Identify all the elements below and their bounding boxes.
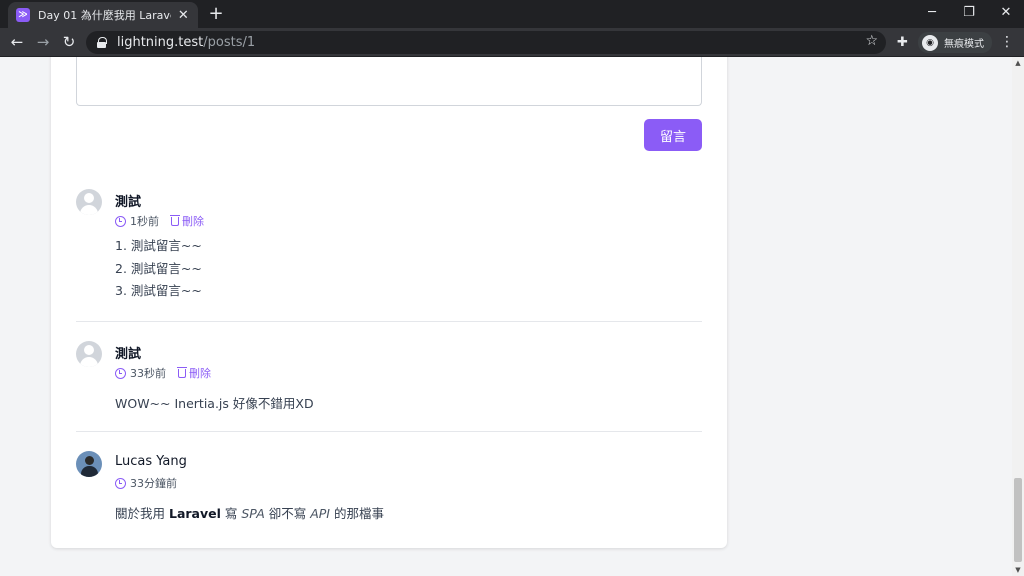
scroll-down-icon[interactable]: ▼	[1012, 564, 1024, 576]
submit-comment-button[interactable]: 留言	[644, 119, 702, 151]
avatar	[76, 451, 102, 477]
browser-toolbar: ← → ↻ lightning.test/posts/1 ☆ ✚ ◉ 無痕模式 …	[0, 28, 1024, 57]
back-icon[interactable]: ←	[7, 32, 27, 52]
body-text-segment: 的那檔事	[330, 506, 384, 521]
page-scrollbar[interactable]: ▲ ▼	[1012, 57, 1024, 576]
scrollbar-thumb[interactable]	[1014, 478, 1022, 562]
comment-meta: 33秒前 刪除	[115, 365, 211, 381]
list-item: 2. 測試留言~~	[115, 260, 202, 276]
bookmark-star-icon[interactable]: ☆	[865, 33, 878, 49]
comment-body-list: 1. 測試留言~~ 2. 測試留言~~ 3. 測試留言~~	[115, 235, 202, 303]
body-italic-segment: SPA	[241, 506, 265, 521]
body-text-segment: 卻不寫	[264, 506, 311, 521]
restore-icon[interactable]: ❐	[954, 3, 984, 23]
body-italic-segment: API	[310, 506, 330, 521]
delete-comment-link[interactable]: 刪除	[177, 365, 211, 381]
comment-time: 1秒前	[130, 215, 159, 228]
url-path: /posts/1	[203, 35, 256, 50]
browser-titlebar: ≫ Day 01 為什麼我用 Laravel 寫 SPA ✕ + ─ ❐ ✕	[0, 0, 1024, 28]
forward-icon[interactable]: →	[33, 32, 53, 52]
body-bold-segment: Laravel	[168, 506, 221, 521]
trash-icon	[170, 214, 180, 226]
comment-textarea[interactable]	[76, 57, 702, 106]
clock-icon	[115, 367, 126, 379]
minimize-icon[interactable]: ─	[917, 3, 947, 23]
list-item: 1. 測試留言~~	[115, 238, 202, 253]
delete-label: 刪除	[189, 367, 211, 380]
comment-body: 關於我用 Laravel 寫 SPA 卻不寫 API 的那檔事	[115, 503, 384, 522]
comment-body: WOW~~ Inertia.js 好像不錯用XD	[115, 396, 314, 411]
new-tab-icon[interactable]: +	[206, 3, 226, 24]
comment-meta: 33分鐘前	[115, 475, 177, 491]
comments-card: 留言 測試 1秒前 刪除 1. 測試留言~~ 2. 測試留言~~ 3. 測試留言…	[51, 57, 727, 548]
avatar	[76, 341, 102, 367]
tab-close-icon[interactable]: ✕	[177, 8, 190, 23]
reload-icon[interactable]: ↻	[59, 32, 79, 52]
incognito-icon: ◉	[922, 34, 938, 51]
browser-menu-icon[interactable]: ⋮	[1000, 34, 1014, 50]
comment-time: 33秒前	[130, 367, 166, 380]
clock-icon	[115, 477, 126, 489]
comment-author: 測試	[115, 347, 142, 362]
extensions-puzzle-icon[interactable]: ✚	[897, 35, 908, 50]
comment-time: 33分鐘前	[130, 477, 177, 490]
browser-tab-active[interactable]: ≫ Day 01 為什麼我用 Laravel 寫 SPA ✕	[8, 2, 198, 28]
comment-meta: 1秒前 刪除	[115, 213, 204, 229]
trash-icon	[177, 366, 187, 378]
address-bar[interactable]: lightning.test/posts/1 ☆	[86, 31, 886, 54]
scroll-up-icon[interactable]: ▲	[1012, 57, 1024, 69]
list-item: 3. 測試留言~~	[115, 283, 202, 298]
body-text-segment: 關於我用	[115, 506, 169, 521]
comment-author: Lucas Yang	[115, 454, 187, 469]
site-favicon-icon: ≫	[16, 8, 30, 22]
avatar	[76, 189, 102, 215]
comment-divider	[76, 431, 702, 432]
comment-divider	[76, 321, 702, 322]
body-text-segment: 寫	[220, 506, 242, 521]
clock-icon	[115, 215, 126, 227]
window-close-icon[interactable]: ✕	[991, 3, 1021, 23]
delete-comment-link[interactable]: 刪除	[170, 213, 204, 229]
delete-label: 刪除	[182, 215, 204, 228]
page-viewport: 留言 測試 1秒前 刪除 1. 測試留言~~ 2. 測試留言~~ 3. 測試留言…	[0, 57, 1012, 576]
url-host: lightning.test	[117, 35, 204, 50]
incognito-indicator[interactable]: ◉ 無痕模式	[918, 32, 992, 53]
lock-icon[interactable]	[96, 37, 107, 48]
incognito-label: 無痕模式	[944, 39, 984, 50]
comment-author: 測試	[115, 195, 142, 210]
tab-title: Day 01 為什麼我用 Laravel 寫 SPA	[38, 9, 171, 22]
